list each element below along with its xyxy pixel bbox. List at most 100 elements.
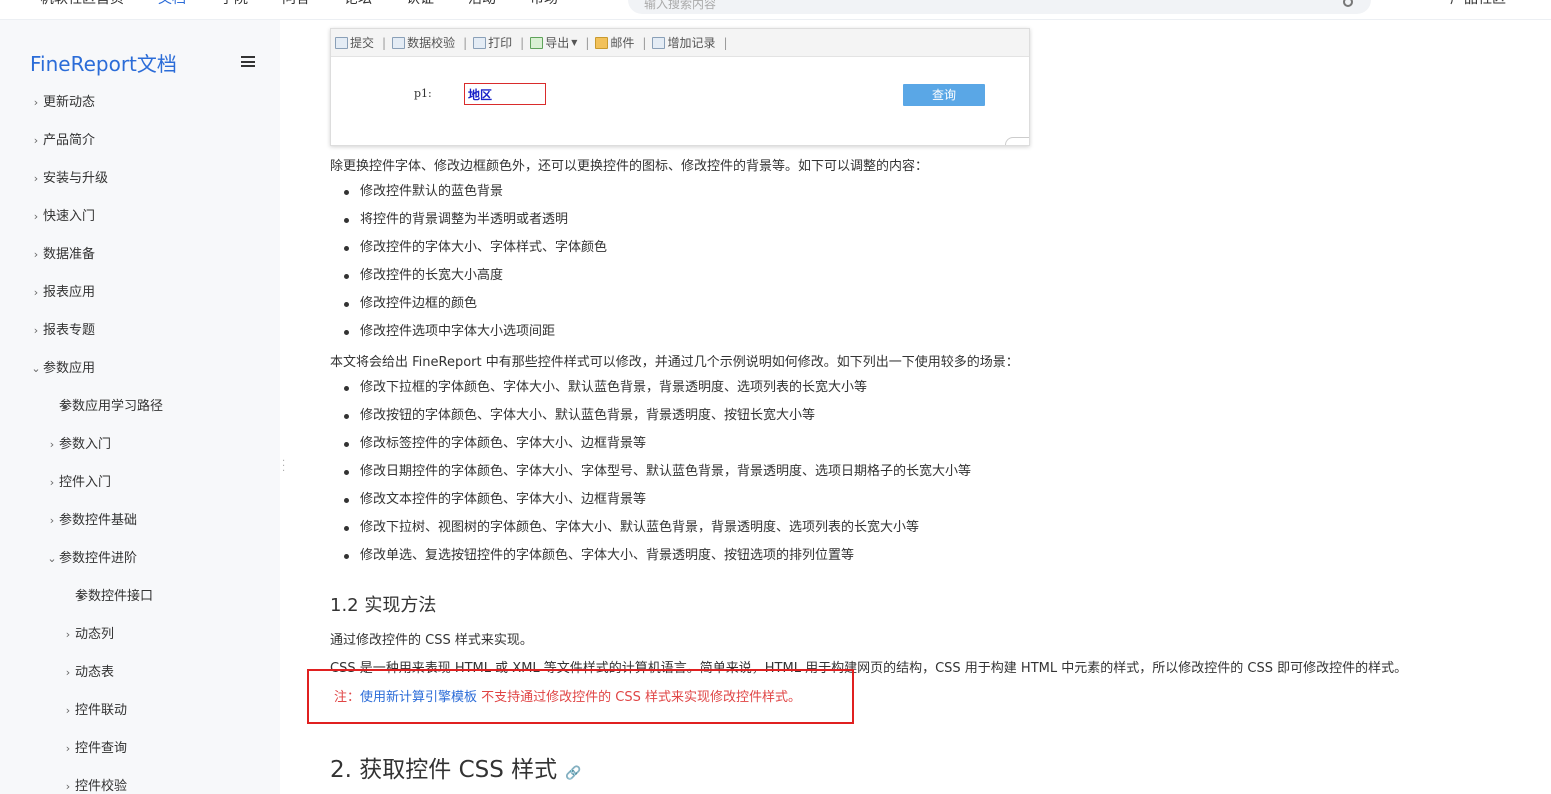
chevron-right-icon[interactable]: › (30, 236, 42, 274)
chevron-right-icon[interactable]: › (30, 160, 42, 198)
sidebar-item-label: 参数应用 (43, 361, 96, 376)
product-community-link[interactable]: 产品社区 (1450, 0, 1506, 8)
anchor-link-icon[interactable]: 🔗 (565, 766, 581, 781)
chevron-down-icon[interactable]: ⌄ (46, 540, 58, 578)
sidebar-item[interactable]: › 参数控件基础 (0, 502, 280, 540)
toolbar-button-label: 提交 (350, 36, 375, 50)
section-heading-2: 2. 获取控件 CSS 样式 🔗 (330, 750, 581, 784)
toolbar-button[interactable]: 邮件 (595, 34, 634, 51)
sidebar-resize-handle[interactable]: · · · (282, 457, 285, 477)
chevron-right-icon[interactable]: › (46, 502, 58, 540)
sidebar-item-label: 动态列 (75, 627, 115, 642)
sidebar-item[interactable]: › 动态表 (0, 654, 280, 692)
sidebar-item[interactable]: › 控件校验 (0, 768, 280, 794)
chevron-right-icon[interactable]: › (62, 654, 74, 692)
list-item: 修改下拉树、视图树的字体颜色、字体大小、默认蓝色背景，背景透明度、选项列表的长宽… (340, 514, 971, 542)
top-nav-item[interactable]: 帆软社区首页 (40, 0, 124, 8)
top-nav-menu: 帆软社区首页 文档 学院 问答 论坛 认证 活动 市场 (40, 0, 558, 8)
chevron-right-icon[interactable]: › (62, 730, 74, 768)
sidebar-item[interactable]: › 快速入门 (0, 198, 280, 236)
chevron-right-icon[interactable]: › (30, 122, 42, 160)
toolbar-button[interactable]: 增加记录 (652, 34, 715, 51)
list-item: 修改文本控件的字体颜色、字体大小、边框背景等 (340, 486, 971, 514)
search-input[interactable]: 输入搜索内容 (628, 0, 1371, 14)
list-item: 修改单选、复选按钮控件的字体颜色、字体大小、背景透明度、按钮选项的排列位置等 (340, 542, 971, 570)
list-item: 修改下拉框的字体颜色、字体大小、默认蓝色背景，背景透明度、选项列表的长宽大小等 (340, 374, 971, 402)
top-nav-item[interactable]: 学院 (220, 0, 248, 8)
chevron-right-icon[interactable]: › (30, 84, 42, 122)
sidebar-item-label: 参数控件接口 (75, 589, 154, 604)
print-icon (473, 36, 487, 49)
chevron-right-icon[interactable]: › (30, 274, 42, 312)
toolbar-button[interactable]: 提交 (335, 34, 374, 51)
sidebar-item[interactable]: › 参数入门 (0, 426, 280, 464)
note-prefix: 注： (334, 690, 361, 705)
hamburger-menu-icon[interactable] (241, 56, 255, 67)
sidebar-item[interactable]: › 控件入门 (0, 464, 280, 502)
list-item: 修改按钮的字体颜色、字体大小、默认蓝色背景，背景透明度、按钮长宽大小等 (340, 402, 971, 430)
top-navigation-bar: 帆软社区首页 文档 学院 问答 论坛 认证 活动 市场 输入搜索内容 产品社区 (0, 0, 1551, 20)
chevron-right-icon[interactable]: › (62, 616, 74, 654)
sidebar-item-label: 动态表 (75, 665, 115, 680)
toolbar-separator: | (520, 35, 525, 50)
sidebar-item[interactable]: › 安装与升级 (0, 160, 280, 198)
sidebar-item[interactable]: 参数控件接口 (0, 578, 280, 616)
sidebar-item-label: 控件联动 (75, 703, 128, 718)
sidebar-item-label: 报表专题 (43, 323, 96, 338)
chevron-down-icon[interactable]: ⌄ (30, 350, 42, 388)
sidebar-item[interactable]: ⌄ 参数应用 (0, 350, 280, 388)
toolbar-button-label: 数据校验 (407, 36, 456, 50)
top-nav-item[interactable]: 市场 (530, 0, 558, 8)
adjustable-items-list: 修改控件默认的蓝色背景 将控件的背景调整为半透明或者透明 修改控件的字体大小、字体样… (340, 178, 607, 346)
top-nav-item[interactable]: 论坛 (344, 0, 372, 8)
add-record-icon (652, 36, 666, 49)
chevron-right-icon[interactable]: › (30, 312, 42, 350)
sidebar-item[interactable]: › 动态列 (0, 616, 280, 654)
chevron-right-icon[interactable]: › (30, 198, 42, 236)
search-icon[interactable] (1343, 0, 1353, 7)
sidebar-item[interactable]: ⌄ 参数控件进阶 (0, 540, 280, 578)
section-heading-2-text: 2. 获取控件 CSS 样式 (330, 757, 558, 783)
sidebar-item-label: 参数控件基础 (59, 513, 138, 528)
top-nav-item[interactable]: 文档 (158, 0, 186, 8)
chevron-right-icon[interactable]: › (46, 426, 58, 464)
param-input-region[interactable]: 地区 (464, 83, 546, 105)
toolbar-button-label: 邮件 (610, 36, 635, 50)
chevron-right-icon[interactable]: › (62, 768, 74, 794)
top-nav-item[interactable]: 认证 (406, 0, 434, 8)
sidebar-item-label: 控件入门 (59, 475, 112, 490)
toolbar-separator: | (382, 35, 387, 50)
sidebar-nav-list: › 更新动态 › 产品简介 › 安装与升级 › 快速入门 › 数据准备 › 报表应用 › 报表专题 ⌄ 参数应… (0, 84, 280, 794)
caret-down-icon[interactable]: ▼ (571, 38, 577, 47)
toolbar-button-label: 增加记录 (667, 36, 716, 50)
sidebar-item[interactable]: › 更新动态 (0, 84, 280, 122)
sidebar-item[interactable]: 参数应用学习路径 (0, 388, 280, 426)
toolbar-separator: | (642, 35, 647, 50)
query-button[interactable]: 查询 (903, 84, 985, 106)
sidebar-item[interactable]: › 数据准备 (0, 236, 280, 274)
brand-title[interactable]: FineReport文档 (30, 48, 177, 77)
mail-icon (595, 36, 609, 49)
param-label: p1: (414, 87, 432, 100)
sidebar-item[interactable]: › 控件联动 (0, 692, 280, 730)
sidebar-item[interactable]: › 报表专题 (0, 312, 280, 350)
new-engine-template-link[interactable]: 使用新计算引擎模板 (360, 690, 477, 705)
note-rest: 不支持通过修改控件的 CSS 样式来实现修改控件样式。 (477, 690, 802, 705)
search-placeholder: 输入搜索内容 (644, 0, 717, 11)
submit-icon (335, 36, 348, 49)
sidebar-item[interactable]: › 产品简介 (0, 122, 280, 160)
toolbar-button[interactable]: 打印 (473, 34, 512, 51)
list-item: 修改控件边框的颜色 (340, 290, 607, 318)
toolbar-button-label: 打印 (488, 36, 513, 50)
panel-collapse-handle[interactable] (1005, 137, 1029, 145)
toolbar-button[interactable]: 导出 ▼ (530, 34, 577, 51)
top-nav-item[interactable]: 活动 (468, 0, 496, 8)
top-nav-item[interactable]: 问答 (282, 0, 310, 8)
chevron-right-icon[interactable]: › (62, 692, 74, 730)
toolbar-button[interactable]: 数据校验 (392, 34, 455, 51)
sidebar-item[interactable]: › 报表应用 (0, 274, 280, 312)
sidebar-item[interactable]: › 控件查询 (0, 730, 280, 768)
toolbar-separator: | (585, 35, 590, 50)
sidebar-item-label: 快速入门 (43, 209, 96, 224)
chevron-right-icon[interactable]: › (46, 464, 58, 502)
